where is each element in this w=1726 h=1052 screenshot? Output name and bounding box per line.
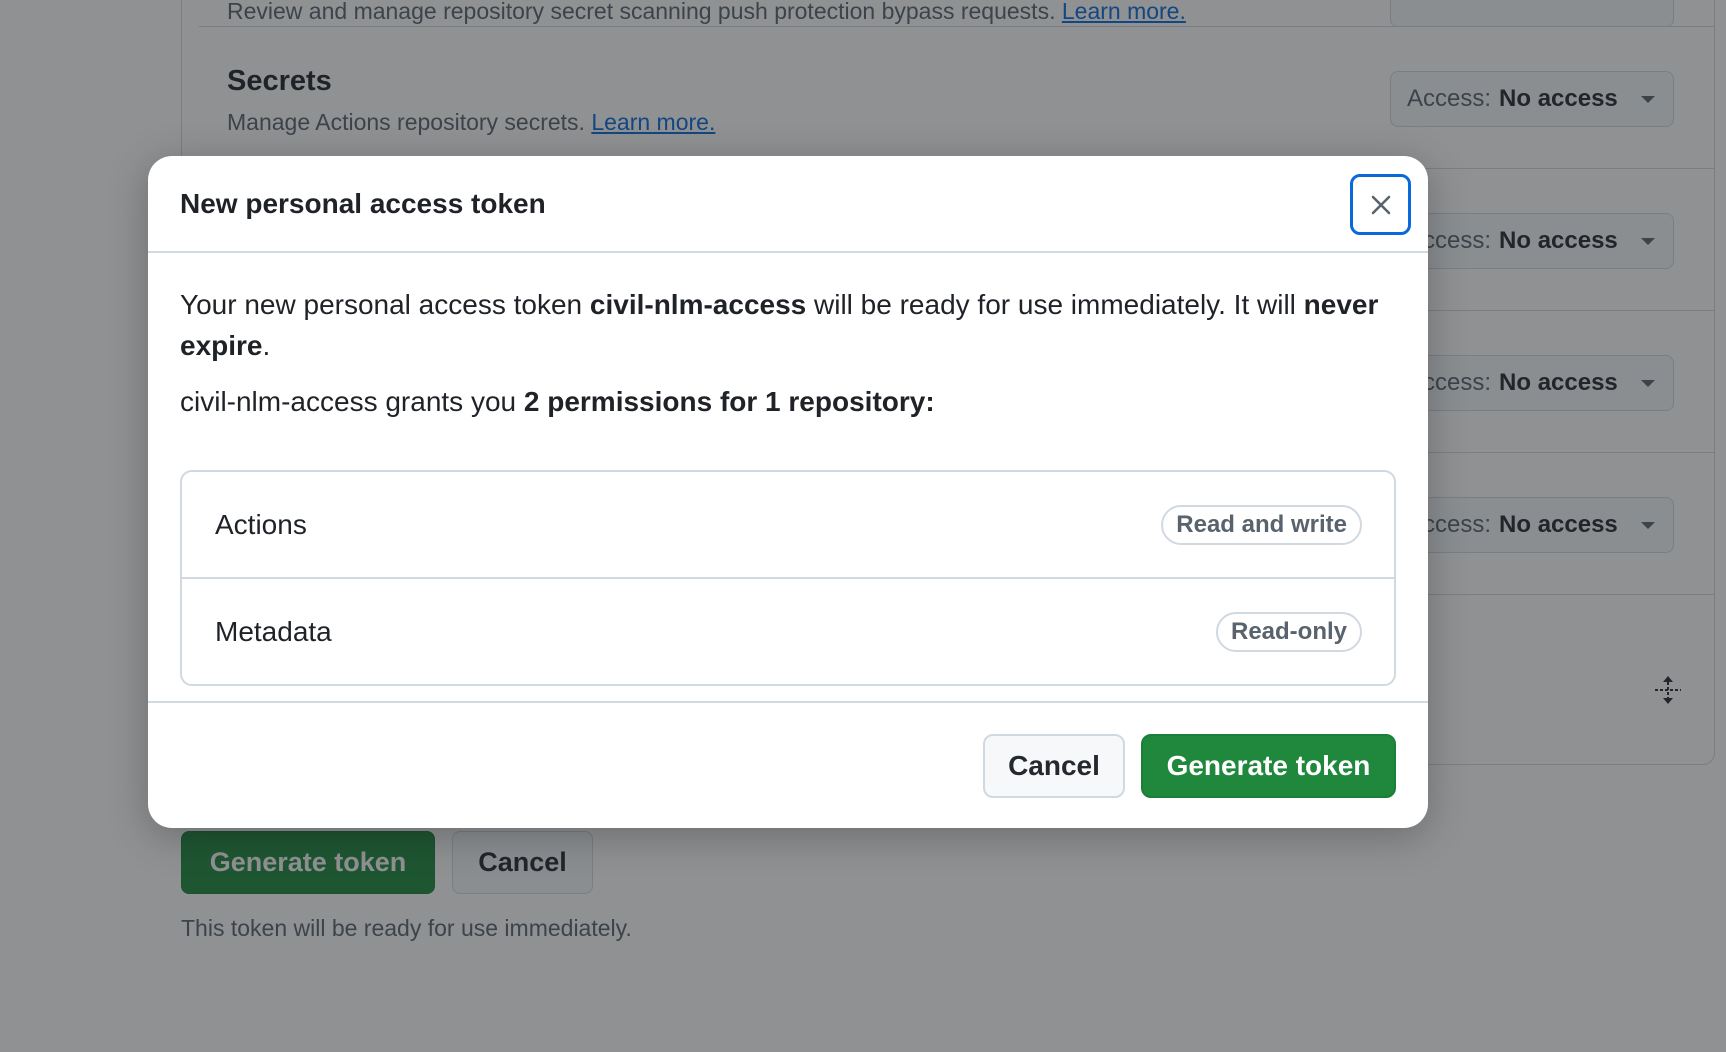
close-icon: [1371, 195, 1390, 214]
permissions-summary: civil-nlm-access grants you 2 permission…: [180, 386, 935, 417]
cancel-button[interactable]: Cancel: [983, 734, 1125, 798]
permission-level-badge: Read-only: [1215, 612, 1362, 652]
dialog-title: New personal access token: [180, 188, 546, 219]
permission-name: Actions: [215, 509, 307, 540]
token-intro-text: Your new personal access token civil-nlm…: [180, 289, 1379, 361]
permissions-list: Actions Read and write Metadata Read-onl…: [180, 470, 1396, 686]
permission-name: Metadata: [215, 616, 332, 647]
list-item: Actions Read and write: [182, 472, 1394, 579]
dialog-footer: Cancel Generate token: [148, 701, 1428, 828]
permission-level-badge: Read and write: [1161, 505, 1362, 545]
confirm-token-dialog: New personal access token Your new perso…: [148, 156, 1428, 828]
generate-token-button[interactable]: Generate token: [1141, 734, 1396, 798]
token-name: civil-nlm-access: [589, 289, 807, 320]
close-button[interactable]: [1350, 174, 1411, 235]
dialog-header: New personal access token: [148, 156, 1428, 253]
list-item: Metadata Read-only: [182, 579, 1394, 684]
